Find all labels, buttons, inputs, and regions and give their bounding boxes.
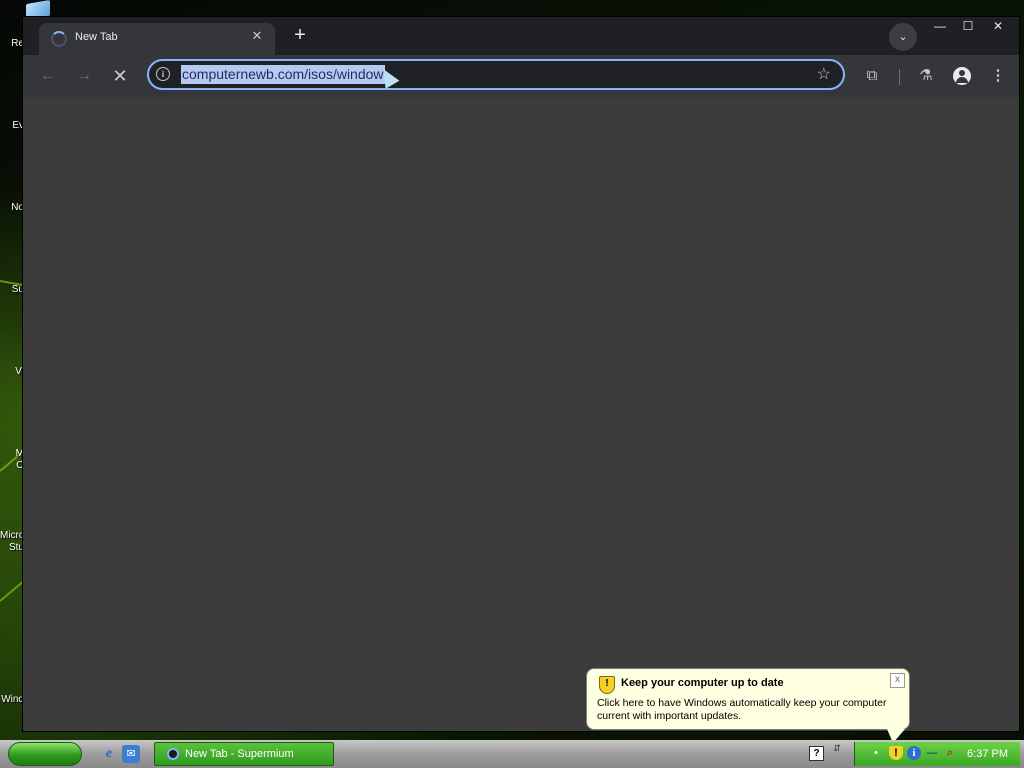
supermium-icon	[167, 748, 179, 760]
address-bar[interactable]: i computernewb.com/isos/window ☆	[147, 59, 845, 90]
forward-button[interactable]: →	[73, 65, 95, 87]
desktop-icon-label[interactable]: Vi	[0, 366, 24, 378]
system-clock[interactable]: 6:37 PM	[967, 748, 1008, 760]
close-window-button[interactable]: ✕	[983, 17, 1013, 35]
desktop-icon-label[interactable]: M O	[0, 448, 24, 472]
taskbar-button-label: New Tab - Supermium	[185, 748, 294, 760]
tab-close-icon[interactable]: ✕	[249, 28, 265, 44]
tray-expand-icon[interactable]: ⇵	[832, 743, 842, 753]
outlook-express-icon[interactable]: ✉	[122, 745, 140, 763]
balloon-message[interactable]: Click here to have Windows automatically…	[597, 697, 897, 723]
labs-flask-icon[interactable]: ⚗	[915, 65, 937, 87]
stop-loading-button[interactable]: ✕	[109, 65, 131, 87]
desktop-icon-label[interactable]: Ev	[0, 120, 24, 132]
bookmark-star-icon[interactable]: ☆	[817, 64, 831, 84]
extensions-icon[interactable]: ⧉	[861, 65, 883, 87]
security-shield-icon: !	[599, 676, 615, 694]
address-bar-selected-text[interactable]: computernewb.com/isos/window	[181, 65, 385, 84]
help-icon[interactable]: ?	[809, 746, 824, 761]
internet-explorer-icon[interactable]: e	[100, 745, 118, 763]
profile-button[interactable]	[951, 65, 973, 87]
taskbar: e ✉ New Tab - Supermium ? ⇵ • ! i — ⌕ 6:…	[0, 740, 1024, 768]
desktop-icon-label[interactable]: Su	[0, 284, 24, 296]
profile-avatar-icon	[953, 67, 971, 85]
site-info-icon[interactable]: i	[156, 67, 170, 81]
tab-search-button[interactable]: ⌄	[889, 23, 917, 51]
maximize-button[interactable]: ☐	[953, 17, 983, 35]
info-icon[interactable]: i	[907, 746, 921, 760]
update-notification-balloon[interactable]: ! Keep your computer up to date Click he…	[586, 668, 910, 743]
balloon-title: Keep your computer up to date	[621, 677, 784, 689]
tab-new-tab[interactable]: New Tab ✕	[39, 23, 275, 55]
page-content-area[interactable]	[23, 97, 1019, 731]
browser-toolbar: ← → ✕ i computernewb.com/isos/window ☆ ⧉…	[23, 55, 1019, 97]
system-tray: • ! i — ⌕ 6:37 PM	[854, 742, 1020, 766]
desktop-icon-label[interactable]: No	[0, 202, 24, 214]
security-shield-icon[interactable]: !	[889, 746, 903, 760]
start-button[interactable]	[8, 742, 82, 766]
new-tab-button[interactable]: +	[289, 25, 311, 47]
taskbar-button-browser[interactable]: New Tab - Supermium	[154, 742, 334, 766]
desktop-icon-label[interactable]: Re	[0, 38, 24, 50]
balloon-close-button[interactable]: x	[890, 673, 905, 688]
search-icon[interactable]: ⌕	[943, 746, 957, 760]
browser-titlebar[interactable]: New Tab ✕ + ⌄ — ☐ ✕	[23, 17, 1019, 55]
browser-menu-icon[interactable]: ⋮	[987, 65, 1009, 87]
tray-separator-icon: —	[926, 747, 938, 759]
toolbar-divider	[899, 69, 900, 85]
browser-window: New Tab ✕ + ⌄ — ☐ ✕ ← → ✕ i computernewb…	[22, 16, 1020, 732]
minimize-button[interactable]: —	[925, 17, 955, 35]
desktop-icon-label[interactable]: Wind	[0, 694, 24, 706]
tab-title: New Tab	[75, 31, 118, 43]
network-icon[interactable]: •	[869, 746, 883, 760]
loading-spinner-icon	[51, 31, 67, 47]
desktop-icon-label[interactable]: Micro Stu	[0, 530, 24, 554]
back-button[interactable]: ←	[37, 65, 59, 87]
